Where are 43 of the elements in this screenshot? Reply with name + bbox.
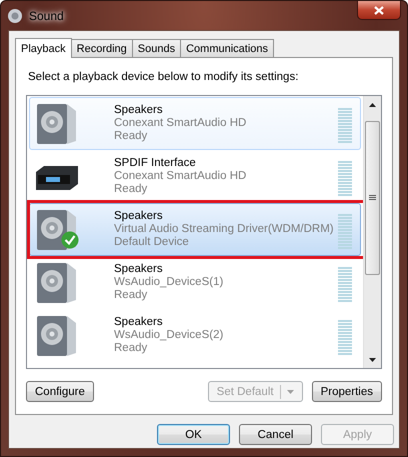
panel-button[interactable]: Configure <box>26 381 94 402</box>
device-name: SPDIF Interface <box>114 157 197 169</box>
device-status: Ready <box>114 289 148 301</box>
up-arrow-icon <box>369 102 376 106</box>
dialog-button[interactable]: Cancel <box>239 424 312 445</box>
device-row[interactable]: Speakers Conexant SmartAudio HD Ready <box>29 97 361 150</box>
device-name: Speakers <box>114 263 164 275</box>
tab[interactable]: Communications <box>180 39 274 57</box>
close-icon <box>374 6 384 14</box>
device-row[interactable]: Speakers WsAudio_DeviceS(2) Ready <box>29 309 361 362</box>
device-status: Ready <box>114 342 148 354</box>
scroll-thumb[interactable] <box>365 121 380 275</box>
device-driver: WsAudio_DeviceS(2) <box>114 329 224 341</box>
device-row[interactable]: SPDIF Interface Conexant SmartAudio HD Ready <box>29 150 361 203</box>
device-driver: Conexant SmartAudio HD <box>114 170 248 182</box>
instruction-text: Select a playback device below to modify its settings: <box>28 71 300 83</box>
dialog-button[interactable]: OK <box>157 424 230 445</box>
device-status: Ready <box>114 183 148 195</box>
panel-button[interactable]: Properties <box>312 381 382 402</box>
device-driver: WsAudio_DeviceS(1) <box>114 276 224 288</box>
down-arrow-icon <box>369 358 376 362</box>
tab[interactable]: Playback <box>15 38 72 58</box>
scrollbar[interactable] <box>363 96 381 368</box>
device-row[interactable]: Speakers Virtual Audio Streaming Driver(WDM/DRM) Default Device <box>29 203 361 256</box>
level-meter <box>338 214 352 249</box>
speaker-icon <box>7 8 23 24</box>
device-driver: Conexant SmartAudio HD <box>114 117 248 129</box>
device-row[interactable]: Speakers WsAudio_DeviceS(1) Ready <box>29 256 361 309</box>
level-meter <box>338 267 352 302</box>
caret-icon <box>286 390 294 394</box>
device-status: Ready <box>114 130 148 142</box>
device-name: Speakers <box>114 210 164 222</box>
window-title: Sound <box>29 8 64 22</box>
device-driver: Virtual Audio Streaming Driver(WDM/DRM) <box>114 223 335 235</box>
tab[interactable]: Recording <box>70 39 133 57</box>
device-status: Default Device <box>114 236 190 248</box>
level-meter <box>338 108 352 143</box>
device-name: Speakers <box>114 316 164 328</box>
device-name: Speakers <box>114 104 164 116</box>
level-meter <box>338 161 352 196</box>
tab[interactable]: Sounds <box>132 39 182 57</box>
level-meter <box>338 320 352 355</box>
close-button[interactable] <box>357 1 401 20</box>
